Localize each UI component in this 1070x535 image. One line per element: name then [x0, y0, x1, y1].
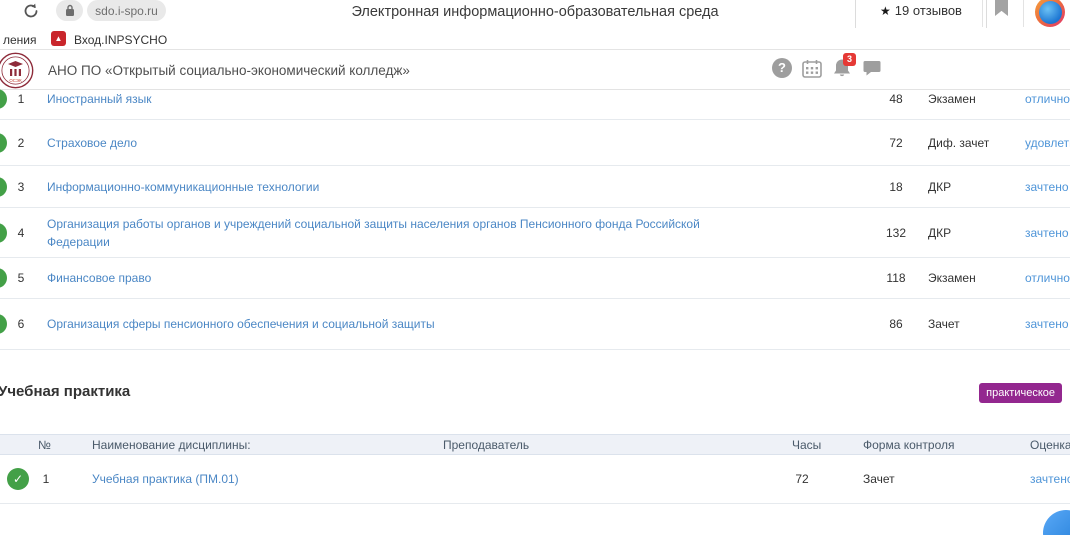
table-row: ✓ 2 Страховое дело 72 Диф. зачет удовлет…	[0, 120, 1070, 166]
floating-chat-button[interactable]	[1043, 510, 1070, 535]
completed-check-icon: ✓	[0, 268, 7, 288]
calendar-icon[interactable]	[802, 59, 822, 79]
row-number: 4	[13, 226, 29, 240]
discipline-link[interactable]: Страховое дело	[47, 134, 137, 152]
control-form: Зачет	[863, 472, 895, 486]
bookmarks-bar: ления ▲ Вход.INPSYCHO	[0, 28, 1070, 50]
hours-value: 72	[782, 472, 822, 486]
hours-value: 48	[870, 92, 922, 106]
hours-value: 18	[870, 180, 922, 194]
table-row: ✓ 1 Иностранный язык 48 Экзамен отлично	[0, 90, 1070, 120]
grade-link[interactable]: зачтено	[1025, 180, 1069, 194]
hours-value: 86	[870, 317, 922, 331]
browser-toolbar: sdo.i-spo.ru Электронная информационно-о…	[0, 0, 1070, 28]
practice-type-badge[interactable]: практическое	[979, 383, 1062, 403]
bookmark-item-truncated[interactable]: ления	[3, 33, 37, 47]
control-form: Диф. зачет	[928, 136, 989, 150]
control-form: Экзамен	[928, 92, 976, 106]
discipline-link[interactable]: Информационно-коммуникационные технологи…	[47, 178, 319, 196]
discipline-link[interactable]: Иностранный язык	[47, 90, 152, 108]
svg-text:ОСЭК: ОСЭК	[9, 78, 22, 83]
bookmark-favicon-icon[interactable]: ▲	[51, 31, 66, 46]
completed-check-icon: ✓	[0, 223, 7, 243]
row-number: 1	[38, 472, 54, 486]
hours-value: 132	[870, 226, 922, 240]
column-header-control: Форма контроля	[863, 438, 955, 452]
grade-link[interactable]: отлично	[1025, 92, 1070, 106]
toolbar-divider	[982, 0, 983, 27]
row-number: 1	[13, 92, 29, 106]
help-icon[interactable]: ?	[772, 58, 792, 78]
grade-link[interactable]: удовлетворительно	[1025, 136, 1070, 150]
row-number: 3	[13, 180, 29, 194]
completed-check-icon: ✓	[0, 133, 7, 153]
profile-avatar[interactable]	[1035, 0, 1065, 27]
table-row: ✓ 5 Финансовое право 118 Экзамен отлично	[0, 258, 1070, 299]
messages-icon[interactable]	[863, 60, 883, 80]
control-form: Экзамен	[928, 271, 976, 285]
column-header-num: №	[38, 438, 51, 452]
grade-link[interactable]: зачтено	[1030, 472, 1070, 486]
grade-link[interactable]: отлично	[1025, 271, 1070, 285]
discipline-link[interactable]: Учебная практика (ПМ.01)	[92, 470, 239, 488]
table-row: ✓ 4 Организация работы органов и учрежде…	[0, 208, 1070, 258]
screen: sdo.i-spo.ru Электронная информационно-о…	[0, 0, 1070, 535]
toolbar-divider	[1023, 0, 1024, 27]
practice-table-header: № Наименование дисциплины: Преподаватель…	[0, 434, 1070, 455]
control-form: ДКР	[928, 226, 951, 240]
completed-check-icon: ✓	[0, 177, 7, 197]
control-form: Зачет	[928, 317, 960, 331]
discipline-link[interactable]: Организация работы органов и учреждений …	[47, 215, 747, 251]
table-row: ✓ 3 Информационно-коммуникационные техно…	[0, 166, 1070, 208]
row-number: 5	[13, 271, 29, 285]
notification-count-badge[interactable]: 3	[843, 53, 856, 66]
star-icon: ★	[880, 4, 891, 18]
completed-check-icon: ✓	[0, 314, 7, 334]
reviews-count-label: 19 отзывов	[895, 3, 962, 18]
control-form: ДКР	[928, 180, 951, 194]
discipline-link[interactable]: Организация сферы пенсионного обеспечени…	[47, 315, 435, 333]
column-header-teacher: Преподаватель	[443, 438, 529, 452]
table-row: ✓ 1 Учебная практика (ПМ.01) 72 Зачет за…	[0, 455, 1070, 504]
college-logo[interactable]: ОСЭК	[0, 52, 34, 89]
bookmark-item-inpsycho[interactable]: Вход.INPSYCHO	[74, 33, 167, 47]
grade-link[interactable]: зачтено	[1025, 226, 1069, 240]
row-number: 6	[13, 317, 29, 331]
hours-value: 118	[870, 271, 922, 285]
table-row: ✓ 6 Организация сферы пенсионного обеспе…	[0, 299, 1070, 350]
completed-check-icon: ✓	[0, 89, 7, 109]
discipline-link[interactable]: Финансовое право	[47, 269, 151, 287]
completed-check-icon: ✓	[7, 468, 29, 490]
hours-value: 72	[870, 136, 922, 150]
column-header-hours: Часы	[792, 438, 821, 452]
grade-link[interactable]: зачтено	[1025, 317, 1069, 331]
row-number: 2	[13, 136, 29, 150]
column-header-grade: Оценка	[1030, 438, 1070, 452]
section-title: Учебная практика	[0, 383, 130, 400]
column-header-name: Наименование дисциплины:	[92, 438, 251, 452]
organization-title: АНО ПО «Открытый социально-экономический…	[48, 63, 410, 78]
site-header: ОСЭК АНО ПО «Открытый социально-экономич…	[0, 50, 1070, 90]
